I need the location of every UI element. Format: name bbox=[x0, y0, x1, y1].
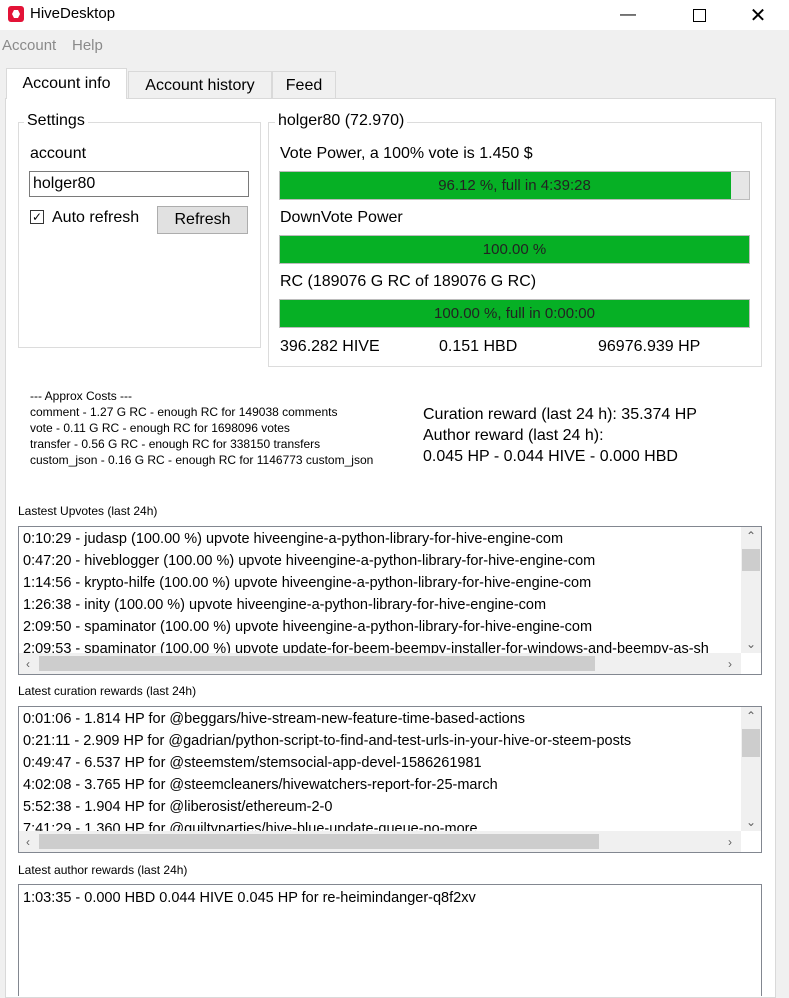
minimize-button[interactable]: — bbox=[605, 0, 651, 30]
tab-feed[interactable]: Feed bbox=[272, 71, 336, 99]
rc-bar: 100.00 %, full in 0:00:00 bbox=[279, 299, 750, 328]
menu-help[interactable]: Help bbox=[72, 37, 103, 54]
tab-account-history[interactable]: Account history bbox=[128, 71, 272, 99]
downvote-power-label: DownVote Power bbox=[280, 209, 403, 226]
vote-power-bar: 96.12 %, full in 4:39:28 bbox=[279, 171, 750, 200]
account-label: account bbox=[30, 145, 87, 162]
menu-account[interactable]: Account bbox=[2, 37, 56, 54]
list-item[interactable]: 0:47:20 - hiveblogger (100.00 %) upvote … bbox=[23, 553, 595, 569]
menu-bar bbox=[0, 30, 789, 60]
upvotes-vscroll[interactable]: ⌃ ⌄ bbox=[741, 527, 761, 653]
scroll-up-icon[interactable]: ⌃ bbox=[741, 707, 761, 725]
cost-line: vote - 0.11 G RC - enough RC for 1698096… bbox=[30, 421, 290, 435]
list-item[interactable]: 0:49:47 - 6.537 HP for @steemstem/stemso… bbox=[23, 755, 482, 771]
close-icon: ✕ bbox=[749, 4, 767, 27]
list-item[interactable]: 1:26:38 - inity (100.00 %) upvote hiveen… bbox=[23, 597, 546, 613]
author-list-label: Latest author rewards (last 24h) bbox=[18, 863, 188, 877]
list-item[interactable]: 2:09:50 - spaminator (100.00 %) upvote h… bbox=[23, 619, 592, 635]
close-button[interactable]: ✕ bbox=[735, 0, 781, 30]
hbd-balance: 0.151 HBD bbox=[439, 338, 518, 355]
title-bar bbox=[0, 0, 789, 30]
scroll-down-icon[interactable]: ⌄ bbox=[741, 813, 761, 831]
account-group-title: holger80 (72.970) bbox=[275, 112, 408, 130]
hp-balance: 96976.939 HP bbox=[598, 338, 701, 355]
scroll-thumb[interactable] bbox=[742, 729, 760, 757]
list-item[interactable]: 0:10:29 - judasp (100.00 %) upvote hivee… bbox=[23, 531, 563, 547]
scroll-right-icon[interactable]: › bbox=[721, 653, 739, 674]
curation-hscroll[interactable]: ‹ › bbox=[19, 831, 741, 852]
refresh-button[interactable]: Refresh bbox=[157, 206, 248, 234]
scroll-left-icon[interactable]: ‹ bbox=[19, 653, 37, 674]
vote-power-label: Vote Power, a 100% vote is 1.450 $ bbox=[280, 145, 533, 162]
upvotes-list[interactable]: 0:10:29 - judasp (100.00 %) upvote hivee… bbox=[18, 526, 762, 675]
list-item[interactable]: 0:01:06 - 1.814 HP for @beggars/hive-str… bbox=[23, 711, 525, 727]
list-item[interactable]: 1:14:56 - krypto-hilfe (100.00 %) upvote… bbox=[23, 575, 591, 591]
curation-reward-summary: Curation reward (last 24 h): 35.374 HP bbox=[423, 406, 697, 423]
checkmark-icon: ✓ bbox=[31, 210, 43, 224]
list-item[interactable]: 1:03:35 - 0.000 HBD 0.044 HIVE 0.045 HP … bbox=[23, 890, 476, 906]
downvote-power-bar-text: 100.00 % bbox=[482, 241, 547, 258]
settings-group-title: Settings bbox=[24, 112, 88, 130]
curation-vscroll[interactable]: ⌃ ⌄ bbox=[741, 707, 761, 831]
author-list[interactable]: 1:03:35 - 0.000 HBD 0.044 HIVE 0.045 HP … bbox=[18, 884, 762, 996]
rc-label: RC (189076 G RC of 189076 G RC) bbox=[280, 273, 537, 290]
list-item[interactable]: 5:52:38 - 1.904 HP for @liberosist/ether… bbox=[23, 799, 332, 815]
vote-power-bar-text: 96.12 %, full in 4:39:28 bbox=[438, 177, 591, 194]
rc-bar-text: 100.00 %, full in 0:00:00 bbox=[434, 305, 595, 322]
auto-refresh-label[interactable]: Auto refresh bbox=[52, 209, 139, 227]
list-item[interactable]: 0:21:11 - 2.909 HP for @gadrian/python-s… bbox=[23, 733, 631, 749]
author-reward-summary: Author reward (last 24 h): bbox=[423, 427, 604, 444]
cost-line: transfer - 0.56 G RC - enough RC for 338… bbox=[30, 437, 321, 451]
hive-balance: 396.282 HIVE bbox=[280, 338, 380, 355]
upvotes-label: Lastest Upvotes (last 24h) bbox=[18, 504, 158, 518]
costs-header: --- Approx Costs --- bbox=[30, 389, 133, 403]
scroll-up-icon[interactable]: ⌃ bbox=[741, 527, 761, 545]
hive-logo-icon bbox=[8, 6, 24, 22]
scroll-thumb[interactable] bbox=[39, 834, 599, 849]
scroll-down-icon[interactable]: ⌄ bbox=[741, 635, 761, 653]
cost-line: custom_json - 0.16 G RC - enough RC for … bbox=[30, 453, 374, 467]
minimize-icon: — bbox=[620, 6, 636, 23]
tab-account-info[interactable]: Account info bbox=[6, 68, 127, 99]
scroll-left-icon[interactable]: ‹ bbox=[19, 831, 37, 852]
author-reward-values: 0.045 HP - 0.044 HIVE - 0.000 HBD bbox=[423, 448, 678, 465]
maximize-icon bbox=[692, 8, 706, 22]
auto-refresh-checkbox[interactable]: ✓ bbox=[30, 210, 44, 224]
maximize-button[interactable] bbox=[676, 0, 722, 30]
scroll-thumb[interactable] bbox=[742, 549, 760, 571]
account-input[interactable] bbox=[29, 171, 249, 197]
upvotes-hscroll[interactable]: ‹ › bbox=[19, 653, 741, 674]
curation-list-label: Latest curation rewards (last 24h) bbox=[18, 684, 197, 698]
window-title: HiveDesktop bbox=[30, 5, 116, 22]
list-item[interactable]: 4:02:08 - 3.765 HP for @steemcleaners/hi… bbox=[23, 777, 498, 793]
downvote-power-bar: 100.00 % bbox=[279, 235, 750, 264]
scroll-right-icon[interactable]: › bbox=[721, 831, 739, 852]
scroll-thumb[interactable] bbox=[39, 656, 595, 671]
curation-list[interactable]: 0:01:06 - 1.814 HP for @beggars/hive-str… bbox=[18, 706, 762, 853]
cost-line: comment - 1.27 G RC - enough RC for 1490… bbox=[30, 405, 338, 419]
